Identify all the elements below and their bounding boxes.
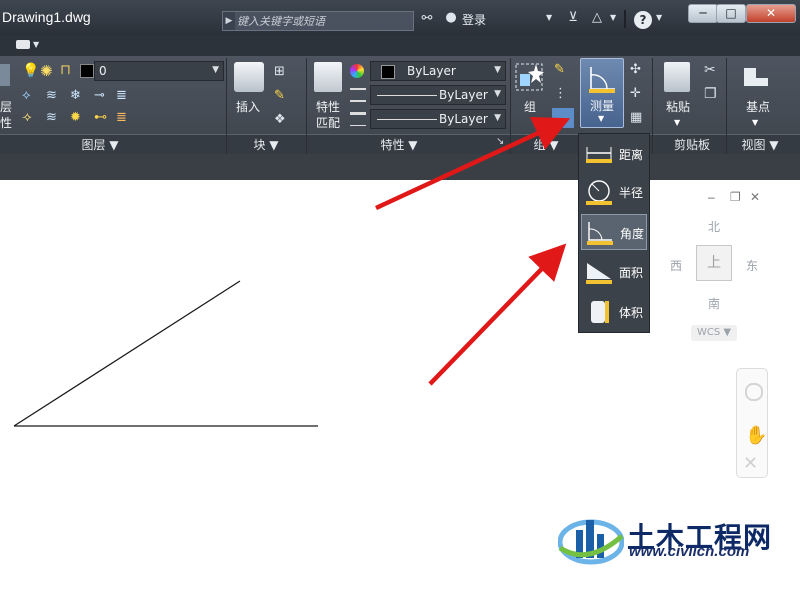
watermark-url: www.civilcn.com [629,543,750,560]
arrow-to-angle-icon [428,243,567,386]
arrow-to-measure-icon [375,116,571,211]
watermark-logo-icon [557,510,625,566]
building-logo-icon [557,519,625,565]
annotation-arrows [375,116,571,386]
